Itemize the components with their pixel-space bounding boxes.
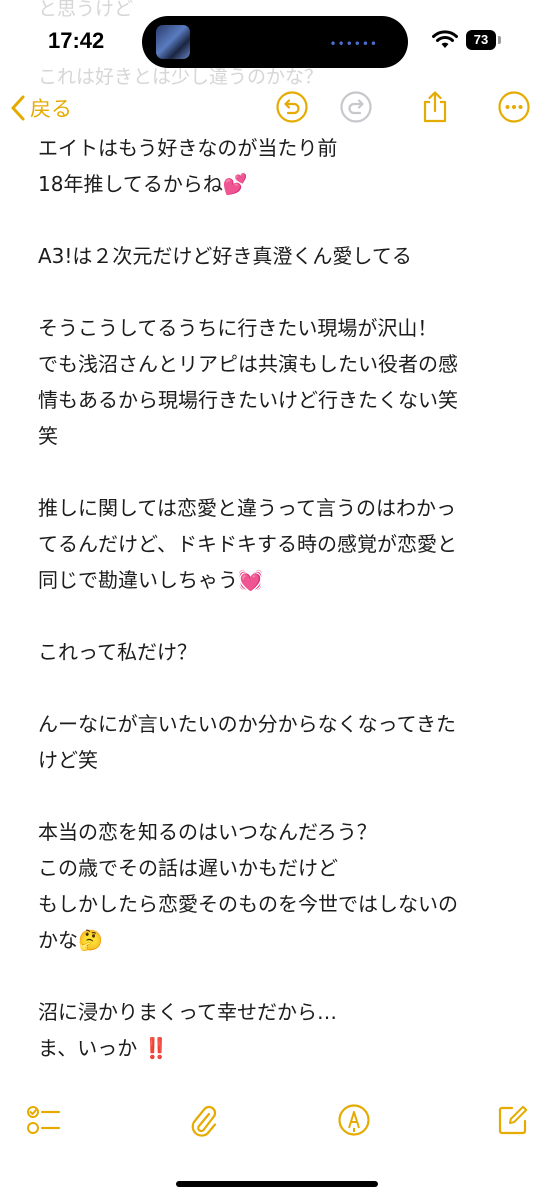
background-note-text-1: と思うけど [38,0,134,20]
markup-button[interactable] [334,1100,374,1140]
more-button[interactable] [496,89,532,125]
checklist-button[interactable] [24,1100,64,1140]
note-line: かな🤔 [38,928,103,952]
note-line: 同じで勘違いしちゃう💓 [38,568,263,592]
back-label: 戻る [30,97,72,121]
compose-button[interactable] [493,1100,533,1140]
note-body[interactable]: エイトはもう好きなのが当たり前 18年推してるからね💕 A3!は２次元だけど好き… [38,130,538,1066]
note-line: これって私だけ？ [38,640,197,664]
markup-pen-icon [338,1104,370,1136]
attachment-button[interactable] [183,1100,223,1140]
share-button[interactable] [417,89,453,125]
more-ellipsis-icon [498,91,530,123]
compose-icon [498,1105,528,1135]
battery-cap [498,36,501,44]
note-line: 推しに関しては恋愛と違うって言うのはわかっ [38,496,456,520]
note-line: 情もあるから現場行きたいけど行きたくない笑 [38,388,458,412]
share-icon [423,91,447,123]
note-line: 18年推してるからね💕 [38,172,248,196]
checklist-icon [27,1106,61,1134]
note-line: でも浅沼さんとリアピは共演もしたい役者の感 [38,352,458,376]
note-line: そうこうしてるうちに行きたい現場が沢山！ [38,316,438,340]
note-line: 沼に浸かりまくって幸せだから… [38,1000,337,1024]
note-line: もしかしたら恋愛そのものを今世ではしないの [38,892,458,916]
note-line: てるんだけど、ドキドキする時の感覚が恋愛と [38,532,457,556]
note-line: 本当の恋を知るのはいつなんだろう？ [38,820,377,844]
status-time: 17:42 [48,28,105,53]
note-line: この歳でその話は遅いかもだけど [38,856,338,880]
dynamic-island[interactable]: •••••• [142,16,408,68]
note-line: エイトはもう好きなのが当たり前 [38,136,338,160]
note-line: A3!は２次元だけど好き真澄くん愛してる [38,244,412,268]
redo-button[interactable] [338,89,374,125]
now-playing-artwork [156,25,190,59]
undo-arrow-icon [276,91,308,123]
note-line: ま、いっか ‼️ [38,1036,169,1060]
home-indicator[interactable] [176,1181,378,1187]
note-line: けど笑 [38,748,98,772]
note-line: んーなにが言いたいのか分からなくなってきた [38,712,456,736]
redo-arrow-icon [340,91,372,123]
back-button[interactable]: 戻る [10,90,72,126]
undo-button[interactable] [274,89,310,125]
note-line: 笑 [38,424,58,448]
battery-indicator: 73 [466,30,496,50]
wifi-icon [432,30,458,48]
audio-waveform-icon: •••••• [329,37,378,51]
chevron-left-icon [11,95,25,121]
paperclip-icon [191,1105,217,1137]
